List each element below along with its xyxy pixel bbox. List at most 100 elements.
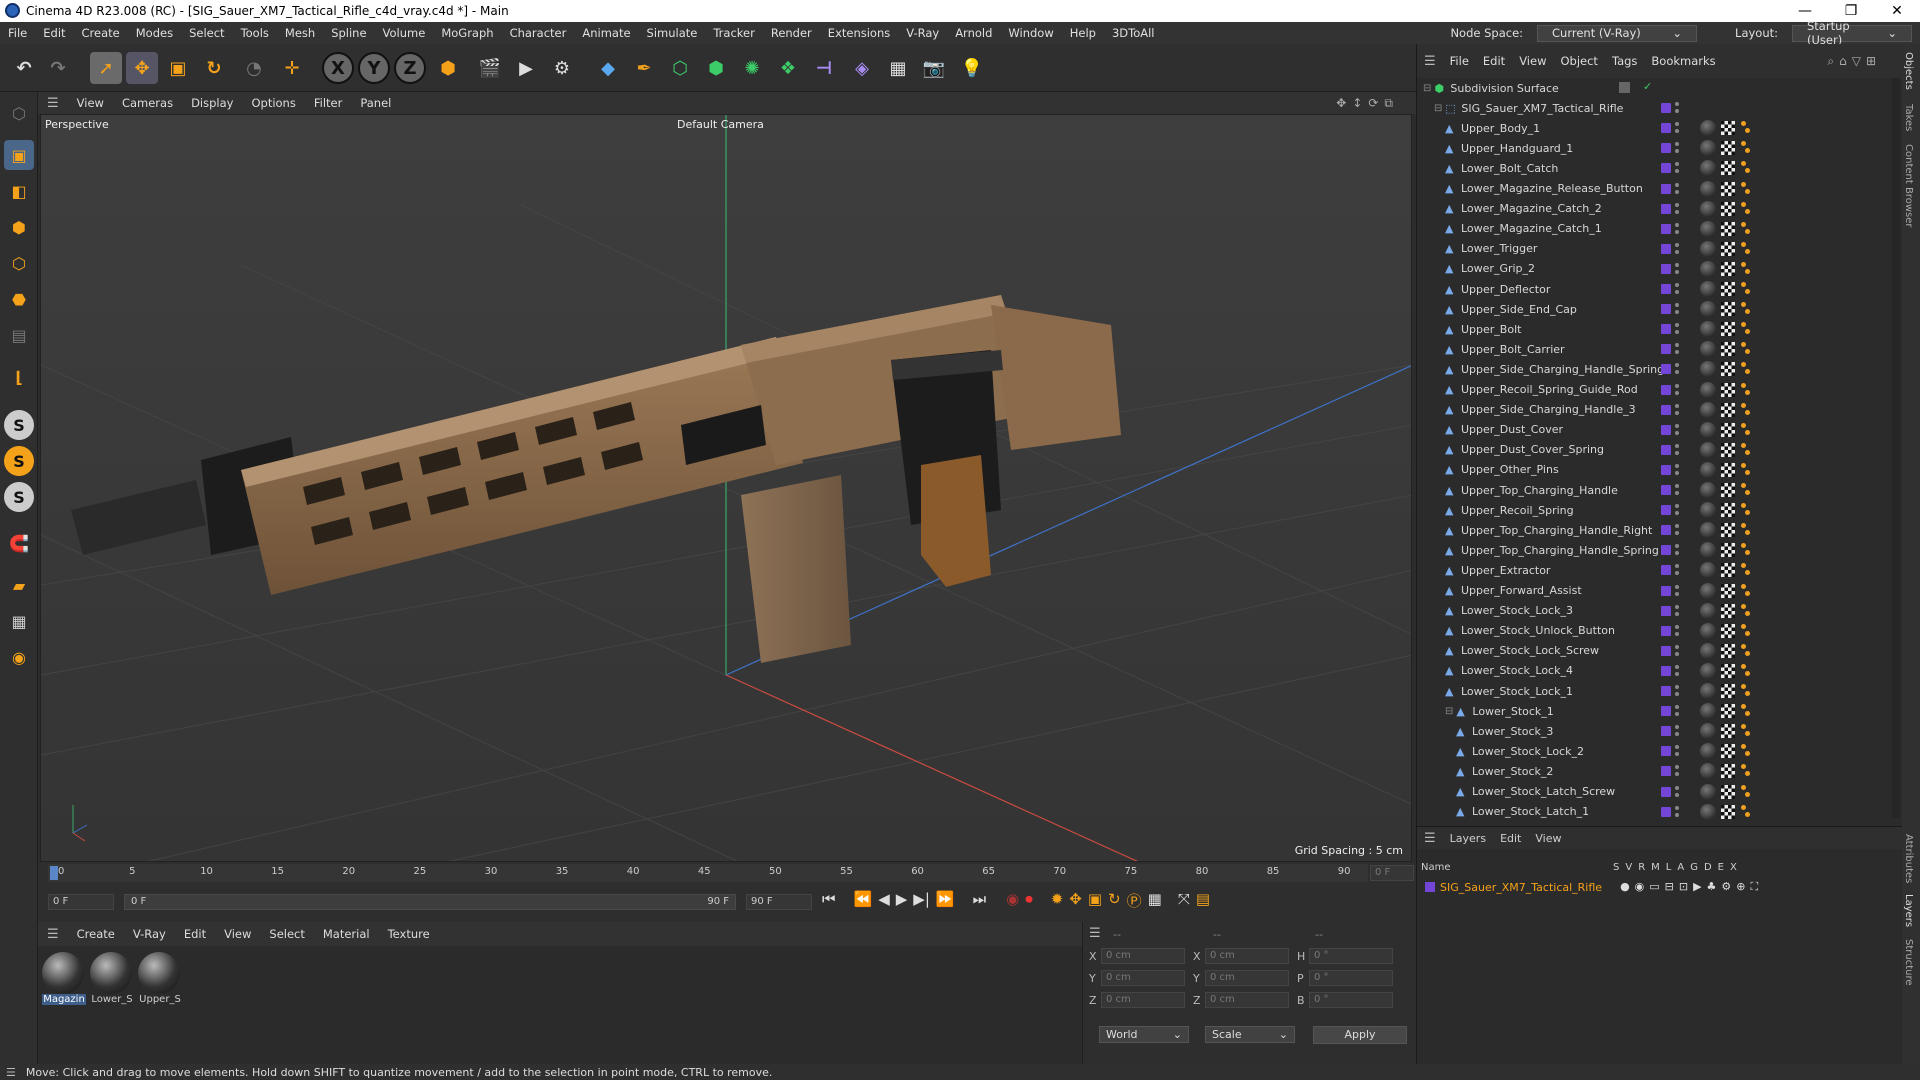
selection-tag-icon[interactable] bbox=[1741, 201, 1751, 217]
layer-color-icon[interactable] bbox=[1661, 464, 1671, 475]
field-icon[interactable]: ◈ bbox=[846, 52, 878, 84]
object-row[interactable]: ▲ Lower_Stock_3 bbox=[1417, 721, 1877, 741]
point-mode-icon[interactable]: ⬢ bbox=[4, 212, 34, 242]
uvw-tag-icon[interactable] bbox=[1721, 422, 1735, 437]
material-tag-icon[interactable] bbox=[1700, 743, 1716, 760]
menu-animate[interactable]: Animate bbox=[574, 26, 638, 40]
layer-color-icon[interactable] bbox=[1661, 284, 1671, 294]
menu-tools[interactable]: Tools bbox=[233, 26, 277, 40]
object-search-filter-icons[interactable]: ⌕⌂▽⊞ bbox=[1820, 54, 1888, 69]
visibility-dots-icon[interactable] bbox=[1675, 383, 1679, 397]
material-swatch-lower[interactable]: Lower_S bbox=[90, 952, 134, 1005]
object-row[interactable]: ▲ Lower_Trigger bbox=[1417, 239, 1877, 259]
material-tag-icon[interactable] bbox=[1700, 381, 1716, 398]
play-icon[interactable]: ▶ bbox=[896, 890, 908, 911]
tab-takes[interactable]: Takes bbox=[1903, 104, 1914, 131]
menu-3dtoall[interactable]: 3DToAll bbox=[1104, 26, 1163, 40]
uvw-tag-icon[interactable] bbox=[1721, 241, 1735, 256]
visibility-dots-icon[interactable] bbox=[1675, 161, 1679, 175]
selection-tag-icon[interactable] bbox=[1741, 703, 1751, 719]
timeline-window-icon[interactable]: ▤ bbox=[1196, 890, 1210, 911]
edge-mode-icon[interactable]: ⬡ bbox=[4, 248, 34, 278]
object-row[interactable]: ▲ Upper_Extractor bbox=[1417, 560, 1877, 580]
locked-workplane-icon[interactable]: ◉ bbox=[4, 642, 34, 672]
selection-tag-icon[interactable] bbox=[1741, 643, 1751, 659]
material-tag-icon[interactable] bbox=[1700, 522, 1716, 539]
layer-color-icon[interactable] bbox=[1661, 726, 1671, 737]
selection-tag-icon[interactable] bbox=[1741, 442, 1751, 458]
uvw-tag-icon[interactable] bbox=[1721, 181, 1735, 196]
layer-color-icon[interactable] bbox=[1661, 625, 1671, 636]
object-row[interactable]: ▲ Upper_Other_Pins bbox=[1417, 460, 1877, 480]
selection-tag-icon[interactable] bbox=[1741, 140, 1751, 156]
material-menu-select[interactable]: Select bbox=[260, 927, 313, 941]
object-row[interactable]: ▲ Lower_Magazine_Catch_1 bbox=[1417, 219, 1877, 239]
live-selection-icon[interactable]: ➚ bbox=[90, 52, 122, 84]
selection-tag-icon[interactable] bbox=[1741, 663, 1751, 679]
layer-color-icon[interactable] bbox=[1661, 183, 1671, 194]
selection-tag-icon[interactable] bbox=[1741, 723, 1751, 739]
menu-render[interactable]: Render bbox=[763, 26, 820, 40]
object-row[interactable]: ▲ Lower_Stock_Lock_Screw bbox=[1417, 641, 1877, 661]
redo-icon[interactable]: ↷ bbox=[42, 52, 74, 84]
3d-viewport[interactable]: Perspective Default Camera Grid Spacing … bbox=[40, 114, 1412, 862]
material-tag-icon[interactable] bbox=[1700, 622, 1716, 639]
visibility-dots-icon[interactable] bbox=[1675, 543, 1679, 557]
tree-collapse-icon[interactable]: ⊟ bbox=[1434, 103, 1442, 114]
enabled-check-icon[interactable]: ✓ bbox=[1643, 80, 1652, 93]
key-parameter-icon[interactable]: Ⓟ bbox=[1127, 890, 1142, 911]
x-axis-lock-icon[interactable]: X bbox=[322, 52, 354, 84]
uvw-tag-icon[interactable] bbox=[1721, 121, 1735, 136]
scale-tool-icon[interactable]: ▣ bbox=[162, 52, 194, 84]
y-axis-lock-icon[interactable]: Y bbox=[358, 52, 390, 84]
material-tag-icon[interactable] bbox=[1700, 582, 1716, 599]
object-menu-view[interactable]: View bbox=[1512, 54, 1553, 68]
selection-tag-icon[interactable] bbox=[1741, 221, 1751, 237]
visibility-dots-icon[interactable] bbox=[1675, 182, 1679, 196]
object-row[interactable]: ▲ Upper_Recoil_Spring bbox=[1417, 500, 1877, 520]
material-tag-icon[interactable] bbox=[1700, 260, 1716, 277]
material-tag-icon[interactable] bbox=[1700, 140, 1716, 157]
object-row[interactable]: ▲ Upper_Top_Charging_Handle_Right bbox=[1417, 520, 1877, 540]
rotate-tool-icon[interactable]: ↻ bbox=[198, 52, 230, 84]
tree-collapse-icon[interactable]: ⊟ bbox=[1423, 83, 1431, 94]
layer-toggle-icons[interactable]: ●◉▭⊟⊡▶♣⚙⊕⛶ bbox=[1620, 880, 1763, 894]
visibility-dots-icon[interactable] bbox=[1675, 443, 1679, 457]
object-menu-file[interactable]: File bbox=[1443, 54, 1476, 68]
object-row[interactable]: ▲ Upper_Body_1 bbox=[1417, 118, 1877, 138]
layer-color-icon[interactable] bbox=[1661, 766, 1671, 777]
visibility-dots-icon[interactable] bbox=[1675, 463, 1679, 477]
camera-icon[interactable]: 📷 bbox=[918, 52, 950, 84]
layer-color-icon[interactable] bbox=[1661, 324, 1671, 335]
layers-panel-icon[interactable]: ☰ bbox=[1417, 831, 1443, 846]
uvw-tag-icon[interactable] bbox=[1721, 583, 1735, 598]
selection-tag-icon[interactable] bbox=[1741, 542, 1751, 558]
uvw-tag-icon[interactable] bbox=[1721, 784, 1735, 799]
viewport-panel-icon[interactable]: ☰ bbox=[38, 96, 68, 111]
material-menu-view[interactable]: View bbox=[215, 927, 260, 941]
menu-character[interactable]: Character bbox=[502, 26, 575, 40]
material-tag-icon[interactable] bbox=[1700, 120, 1716, 137]
key-scale-icon[interactable]: ▣ bbox=[1088, 890, 1102, 911]
layer-color-icon[interactable] bbox=[1661, 686, 1671, 696]
material-tag-icon[interactable] bbox=[1700, 220, 1716, 237]
visibility-dots-icon[interactable] bbox=[1675, 101, 1679, 115]
layer-color-icon[interactable] bbox=[1661, 123, 1671, 134]
material-tag-icon[interactable] bbox=[1700, 301, 1716, 318]
menu-volume[interactable]: Volume bbox=[375, 26, 434, 40]
selection-tag-icon[interactable] bbox=[1741, 482, 1751, 498]
texture-mode-icon[interactable]: ◧ bbox=[4, 176, 34, 206]
model-mode-icon[interactable]: ▣ bbox=[4, 140, 34, 170]
selection-tag-icon[interactable] bbox=[1741, 402, 1751, 418]
selection-tag-icon[interactable] bbox=[1741, 784, 1751, 800]
visibility-dots-icon[interactable] bbox=[1675, 724, 1679, 738]
visibility-dots-icon[interactable] bbox=[1675, 684, 1679, 698]
record-keys-icon[interactable]: ◉ bbox=[1006, 890, 1019, 911]
coord-pos-field[interactable]: 0 cm bbox=[1101, 948, 1185, 964]
object-row[interactable]: ▲ Upper_Dust_Cover bbox=[1417, 420, 1877, 440]
coord-size-field[interactable]: 0 cm bbox=[1205, 970, 1289, 986]
visibility-dots-icon[interactable] bbox=[1675, 202, 1679, 216]
tab-layers[interactable]: Layers bbox=[1903, 894, 1914, 927]
material-tag-icon[interactable] bbox=[1700, 341, 1716, 358]
selection-tag-icon[interactable] bbox=[1741, 603, 1751, 619]
